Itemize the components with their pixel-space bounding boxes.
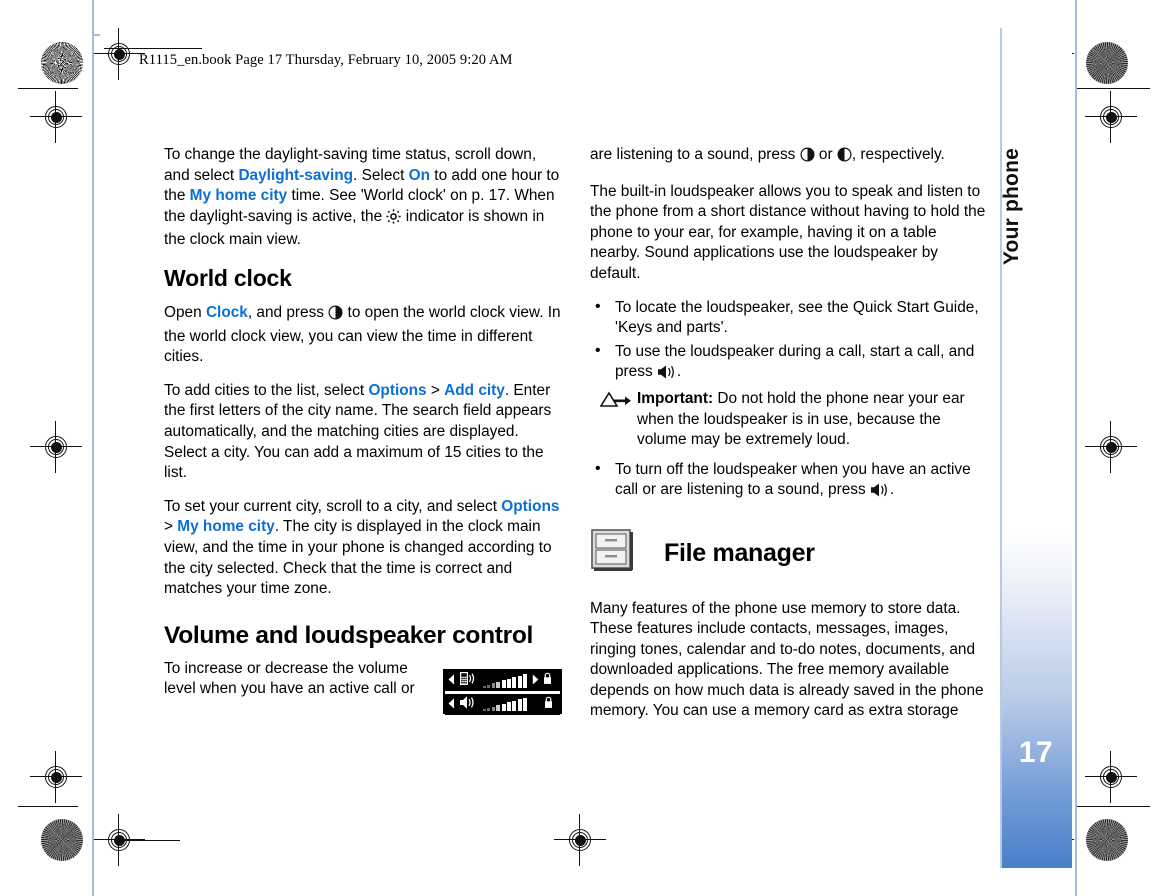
- text-fragment: To add cities to the list, select: [164, 381, 369, 399]
- warning-triangle-icon: [599, 391, 632, 415]
- heading-volume-loudspeaker: Volume and loudspeaker control: [164, 621, 534, 649]
- heading-file-manager: File manager: [664, 538, 815, 567]
- link-add-city[interactable]: Add city: [444, 382, 505, 399]
- volume-row-loudspeaker: [445, 694, 560, 715]
- registration-target-left-upper: [30, 91, 82, 143]
- filing-cabinet-icon: [590, 528, 634, 579]
- scroll-left-arrow-icon: [448, 696, 455, 714]
- paragraph-daylight-saving: To change the daylight-saving time statu…: [164, 145, 564, 251]
- link-on[interactable]: On: [409, 167, 430, 184]
- list-item: • To use the loudspeaker during a call, s…: [590, 342, 986, 386]
- text-fragment: .: [889, 481, 895, 499]
- chapter-tab-left-rule: [1000, 28, 1002, 868]
- scroll-left-arrow-icon: [448, 672, 455, 690]
- print-starburst-mark-top-left: [41, 42, 83, 84]
- right-text-column: are listening to a sound, press or , res…: [590, 145, 986, 735]
- text-fragment: To turn off the loudspeaker when you hav…: [615, 460, 971, 499]
- paragraph-volume-intro: To increase or decrease the volume level…: [164, 659, 415, 698]
- chapter-title: Your phone: [1000, 148, 1023, 266]
- registration-target-bottom-center: [554, 814, 606, 866]
- link-my-home-city[interactable]: My home city: [190, 187, 288, 204]
- crop-line-top-right-horizontal: [1075, 88, 1150, 90]
- page-edge-rule-top: [92, 34, 100, 36]
- page-edge-rule-left: [92, 0, 94, 896]
- note-label: Important:: [637, 389, 714, 407]
- crop-line-top-left-horizontal: [18, 88, 78, 90]
- registration-target-right-middle: [1085, 421, 1137, 473]
- lock-icon: [543, 672, 552, 690]
- volume-row-earpiece: [445, 671, 560, 693]
- earpiece-speaker-icon: [459, 671, 476, 691]
- list-item: • To turn off the loudspeaker when you ha…: [590, 460, 986, 504]
- crop-line-bottom-left-horizontal: [18, 806, 78, 808]
- book-header-line: R1115_en.book Page 17 Thursday, February…: [139, 52, 513, 68]
- paragraph-listening-keys: are listening to a sound, press or , res…: [590, 145, 986, 169]
- text-fragment: are listening to a sound, press: [590, 146, 800, 163]
- text-fragment: , and press: [247, 303, 329, 321]
- menu-separator: >: [426, 381, 445, 399]
- link-clock[interactable]: Clock: [206, 304, 248, 321]
- registration-target-top-left: [93, 28, 145, 80]
- header-underline: [104, 48, 202, 50]
- file-manager-heading-block: File manager: [590, 528, 986, 579]
- paragraph-open-clock: Open Clock, and press to open the world …: [164, 303, 564, 368]
- volume-level-indicator: [443, 669, 562, 715]
- registration-target-left-middle: [30, 421, 82, 473]
- print-starburst-mark-bottom-right: [1086, 819, 1128, 861]
- text-fragment: .: [676, 363, 682, 381]
- paragraph-builtin-loudspeaker: The built-in loudspeaker allows you to s…: [590, 182, 986, 282]
- loudspeaker-icon: [870, 483, 890, 504]
- crop-line-bottom-center-horizontal: [120, 840, 180, 842]
- scroll-right-key-icon: [800, 147, 815, 169]
- text-fragment: . Select: [353, 166, 409, 184]
- list-item-label: To locate the loudspeaker, see the Quick…: [615, 298, 979, 337]
- paragraph-current-city: To set your current city, scroll to a ci…: [164, 497, 564, 600]
- menu-separator: >: [164, 518, 178, 536]
- registration-target-right-upper: [1085, 91, 1137, 143]
- loudspeaker-icon: [459, 695, 476, 715]
- page-number: 17: [1018, 736, 1054, 769]
- scroll-right-arrow-icon: [532, 672, 539, 690]
- text-fragment: or: [814, 146, 837, 163]
- heading-world-clock: World clock: [164, 264, 292, 291]
- text-fragment: To set your current city, scroll to a ci…: [164, 497, 502, 515]
- print-starburst-mark-top-right: [1086, 42, 1128, 84]
- scroll-right-key-icon: [328, 305, 343, 327]
- crop-line-bottom-right-horizontal: [1075, 806, 1150, 808]
- paragraph-add-cities: To add cities to the list, select Option…: [164, 381, 564, 484]
- loudspeaker-icon: [657, 365, 677, 386]
- lock-icon: [544, 696, 553, 714]
- registration-target-right-lower: [1085, 751, 1137, 803]
- important-note: Important: Do not hold the phone near yo…: [590, 389, 986, 451]
- page-edge-rule-right: [1075, 0, 1077, 896]
- bullet-icon: •: [595, 459, 601, 477]
- volume-bar-segments: [483, 697, 528, 712]
- chapter-tab: Your phone 17: [1000, 28, 1072, 868]
- scroll-left-key-icon: [837, 147, 852, 169]
- loudspeaker-turnoff-list: • To turn off the loudspeaker when you ha…: [590, 460, 986, 504]
- bullet-icon: •: [595, 297, 601, 315]
- paragraph-memory-features: Many features of the phone use memory to…: [590, 599, 984, 720]
- volume-bar-segments: [483, 674, 528, 688]
- text-fragment: , respectively.: [851, 146, 945, 163]
- left-text-column: To change the daylight-saving time statu…: [164, 145, 564, 713]
- bullet-icon: •: [595, 341, 601, 359]
- text-fragment: Open: [164, 303, 206, 321]
- loudspeaker-bullet-list: • To locate the loudspeaker, see the Quic…: [590, 298, 986, 386]
- registration-target-left-lower: [30, 751, 82, 803]
- sun-indicator-icon: [386, 209, 402, 231]
- print-starburst-mark-bottom-left: [41, 819, 83, 861]
- link-options[interactable]: Options: [501, 498, 559, 515]
- link-daylight-saving[interactable]: Daylight-saving: [238, 167, 353, 184]
- link-options[interactable]: Options: [368, 382, 426, 399]
- list-item: • To locate the loudspeaker, see the Quic…: [590, 298, 986, 339]
- link-my-home-city[interactable]: My home city: [177, 518, 275, 535]
